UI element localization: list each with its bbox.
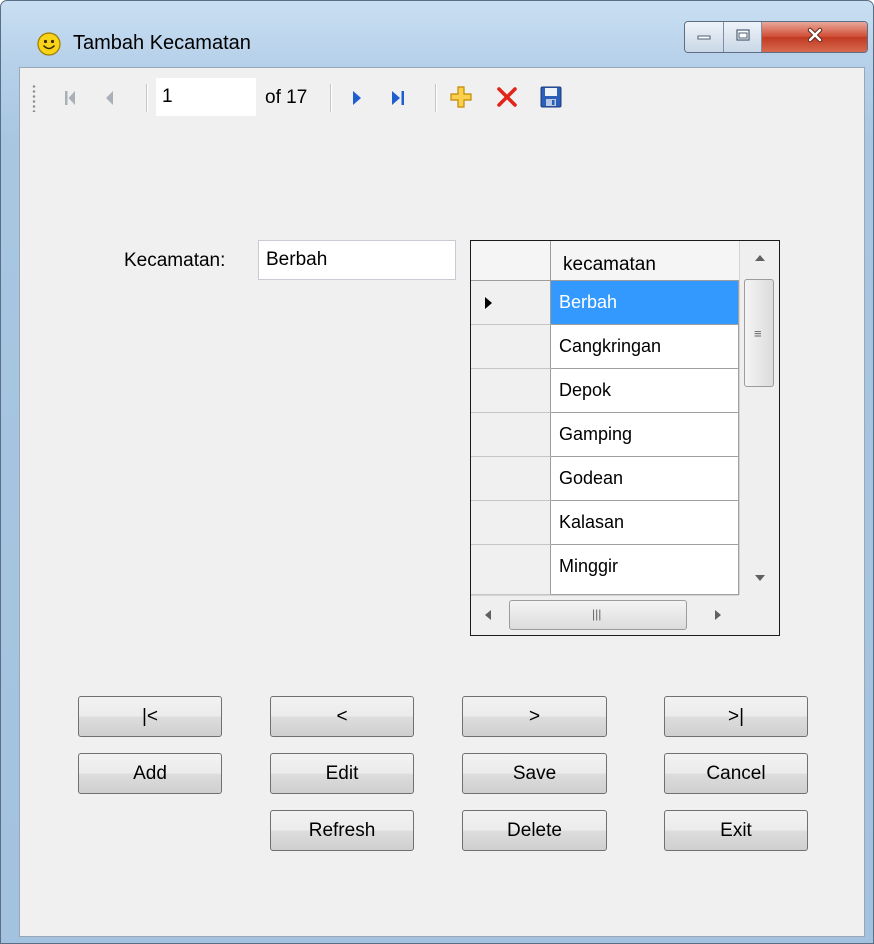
grid-cell[interactable]: Gamping [551,413,739,457]
grid-row[interactable]: Godean [471,457,739,501]
grid-cell[interactable]: Godean [551,457,739,501]
grid-corner-header[interactable] [471,241,551,281]
move-first-icon[interactable] [58,86,82,110]
scroll-down-arrow-icon[interactable] [755,575,765,581]
vertical-scroll-thumb[interactable]: ≡ [744,279,774,387]
kecamatan-input[interactable] [258,240,456,280]
move-previous-icon[interactable] [98,86,120,110]
row-header[interactable] [471,369,551,413]
cancel-button[interactable]: Cancel [664,753,808,794]
maximize-icon [735,28,751,47]
last-record-button[interactable]: >| [664,696,808,737]
column-header-kecamatan[interactable]: kecamatan [551,241,739,281]
horizontal-scroll-thumb[interactable]: ||| [509,600,687,630]
window-frame: Tambah Kecamatan 1 of 17 Kecamatan: Berb… [0,0,874,944]
refresh-button[interactable]: Refresh [270,810,414,851]
grid-cell[interactable]: Minggir [551,545,739,595]
minimize-button[interactable] [685,22,724,52]
grid-row[interactable]: Gamping [471,413,739,457]
window-controls [684,21,868,53]
smiley-icon [37,32,61,56]
window-title: Tambah Kecamatan [73,32,251,54]
position-input[interactable] [156,78,256,116]
kecamatan-label: Kecamatan: [124,250,226,271]
toolbar-separator [435,84,437,112]
delete-button[interactable]: Delete [462,810,607,851]
scrollbar-corner [739,595,779,635]
toolbar-separator [146,84,148,112]
grid-cell[interactable]: Berbah [551,281,739,325]
save-button[interactable]: Save [462,753,607,794]
app-window: Tambah Kecamatan 1 of 17 Kecamatan: Berb… [0,0,874,944]
row-header[interactable] [471,545,551,595]
add-button[interactable]: Add [78,753,222,794]
minimize-icon [696,28,712,46]
delete-icon[interactable] [494,84,520,110]
toolbar-grip[interactable] [32,84,36,112]
grid-cell[interactable]: Kalasan [551,501,739,545]
row-header[interactable] [471,281,551,325]
vertical-scrollbar[interactable]: ≡ [739,241,779,595]
count-label: of 17 [265,87,308,108]
close-icon [806,27,824,48]
next-record-button[interactable]: > [462,696,607,737]
move-last-icon[interactable] [386,86,412,110]
grid-cell[interactable]: Cangkringan [551,325,739,369]
save-icon[interactable] [538,84,564,110]
current-row-arrow-icon [485,297,492,309]
kecamatan-grid[interactable]: kecamatan Berbah Cangkringan Depok Gampi… [470,240,780,636]
title-bar[interactable]: Tambah Kecamatan [1,1,874,67]
row-header[interactable] [471,501,551,545]
add-new-icon[interactable] [448,84,474,110]
maximize-button[interactable] [724,22,762,52]
grid-row[interactable]: Minggir [471,545,739,595]
edit-button[interactable]: Edit [270,753,414,794]
grid-cell[interactable]: Depok [551,369,739,413]
exit-button[interactable]: Exit [664,810,808,851]
scroll-grip-icon: ||| [592,607,602,621]
grid-row[interactable]: Depok [471,369,739,413]
scroll-right-arrow-icon[interactable] [715,610,721,620]
scroll-up-arrow-icon[interactable] [755,255,765,261]
grid-row[interactable]: Cangkringan [471,325,739,369]
scroll-grip-icon: ≡ [754,326,762,341]
binding-navigator-toolbar: of 17 [20,68,864,120]
form-client-area: of 17 Kecamatan [19,67,865,937]
first-record-button[interactable]: |< [78,696,222,737]
toolbar-separator [330,84,332,112]
row-header[interactable] [471,325,551,369]
row-header[interactable] [471,413,551,457]
horizontal-scrollbar[interactable]: ||| [471,595,739,635]
scroll-left-arrow-icon[interactable] [485,610,491,620]
close-button[interactable] [762,22,867,52]
grid-row[interactable]: Kalasan [471,501,739,545]
previous-record-button[interactable]: < [270,696,414,737]
grid-row[interactable]: Berbah [471,281,739,325]
row-header[interactable] [471,457,551,501]
move-next-icon[interactable] [346,86,368,110]
